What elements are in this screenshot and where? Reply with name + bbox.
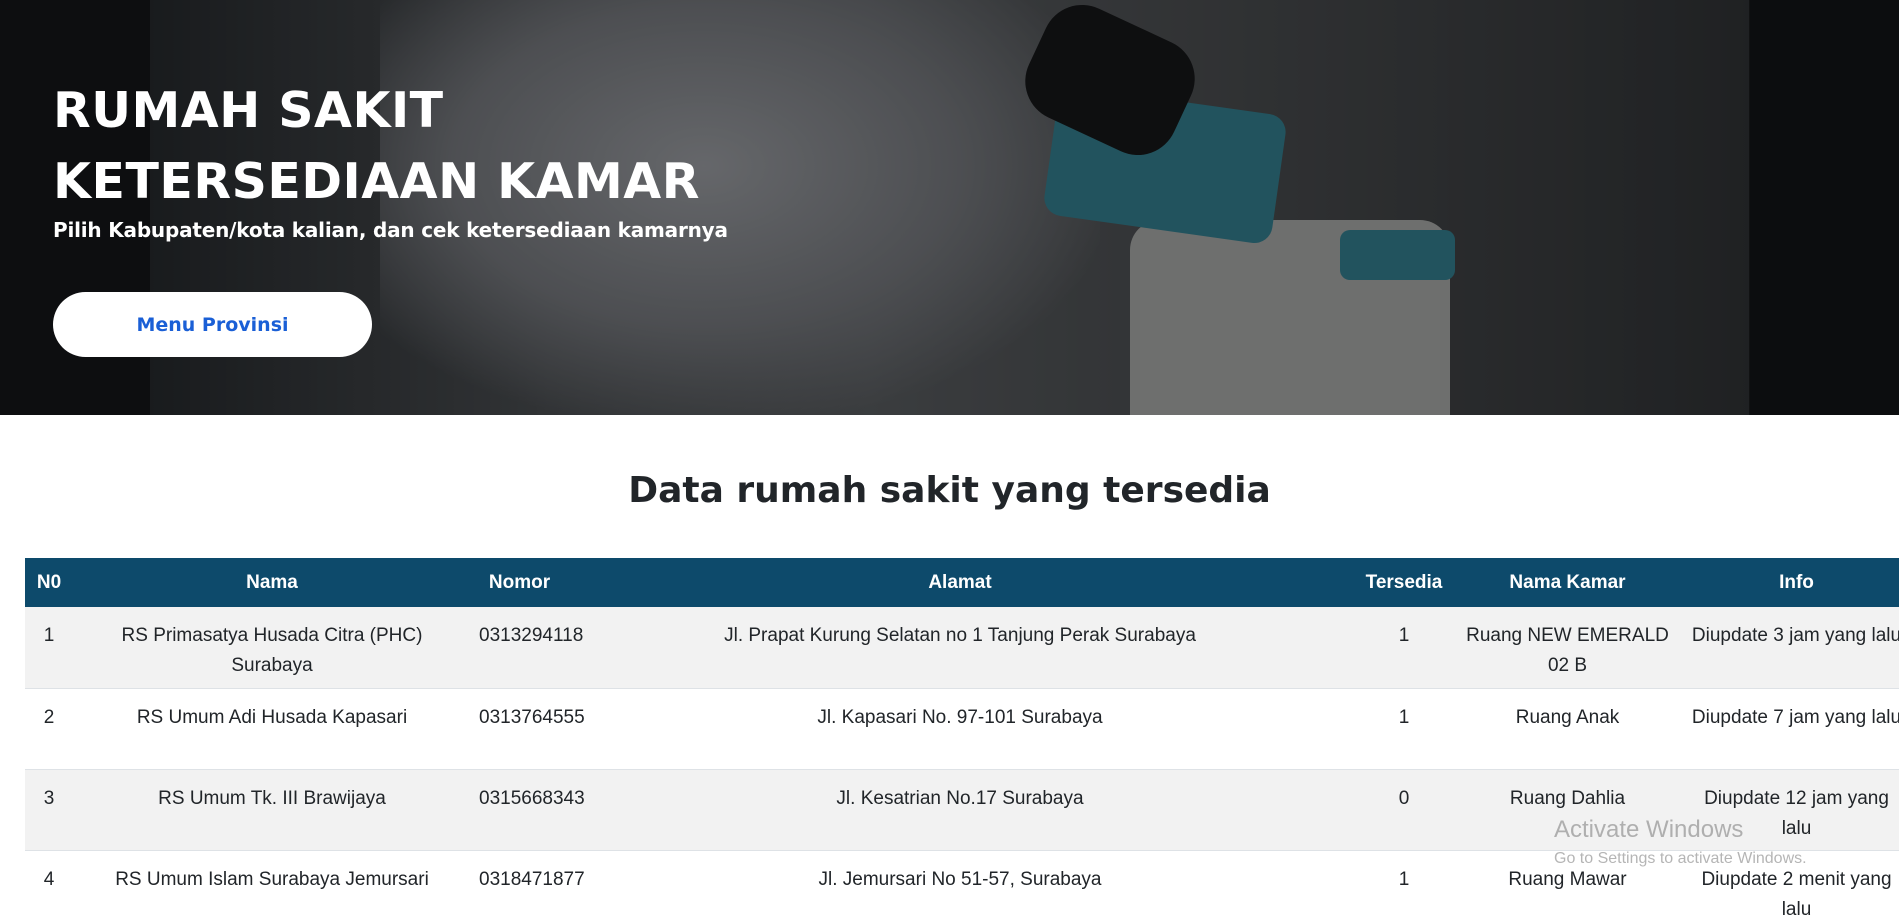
table-header-row: N0 Nama Nomor Alamat Tersedia Nama Kamar… bbox=[25, 558, 1899, 607]
cell-nomor: 0313294118 bbox=[479, 625, 584, 646]
cell-tersedia: 1 bbox=[1398, 868, 1410, 890]
cell-nomor: 0315668343 bbox=[479, 787, 585, 809]
cell-info: Diupdate 2 menit yang lalu bbox=[1701, 868, 1892, 920]
header-info: Info bbox=[1779, 571, 1814, 593]
cell-info: Diupdate 7 jam yang lalu bbox=[1691, 706, 1899, 728]
table-row: 4 RS Umum Islam Surabaya Jemursari 03184… bbox=[25, 850, 1899, 920]
cell-no: 2 bbox=[43, 706, 55, 728]
hero-title: RUMAH SAKIT KETERSEDIAAN KAMAR bbox=[53, 75, 753, 217]
cell-tersedia: 0 bbox=[1398, 787, 1410, 809]
menu-provinsi-button[interactable]: Menu Provinsi bbox=[53, 292, 372, 357]
hero-banner: RUMAH SAKIT KETERSEDIAAN KAMAR Pilih Kab… bbox=[0, 0, 1899, 415]
header-alamat: Alamat bbox=[928, 571, 992, 593]
cell-nama-kamar: Ruang Mawar bbox=[1508, 868, 1627, 890]
table-row: 3 RS Umum Tk. III Brawijaya 0315668343 J… bbox=[25, 769, 1899, 850]
cell-nama-kamar: Ruang Dahlia bbox=[1509, 787, 1626, 809]
header-nama: Nama bbox=[246, 571, 298, 593]
cell-nama: RS Umum Islam Surabaya Jemursari bbox=[115, 868, 429, 890]
header-no: N0 bbox=[36, 571, 62, 593]
cell-tersedia: 1 bbox=[1398, 625, 1410, 646]
cell-nama-kamar: Ruang Anak bbox=[1515, 706, 1620, 728]
cell-no: 1 bbox=[43, 625, 55, 646]
cell-alamat: Jl. Jemursari No 51-57, Surabaya bbox=[818, 868, 1102, 890]
cell-nama-kamar: Ruang NEW EMERALD 02 B bbox=[1466, 625, 1669, 676]
cell-nomor: 0313764555 bbox=[479, 706, 585, 728]
hero-content: RUMAH SAKIT KETERSEDIAAN KAMAR Pilih Kab… bbox=[53, 75, 753, 242]
cell-info: Diupdate 12 jam yang lalu bbox=[1704, 787, 1889, 839]
header-tersedia: Tersedia bbox=[1365, 571, 1443, 593]
cell-tersedia: 1 bbox=[1398, 706, 1410, 728]
table-row: 2 RS Umum Adi Husada Kapasari 0313764555… bbox=[25, 688, 1899, 769]
section-title: Data rumah sakit yang tersedia bbox=[628, 470, 1271, 511]
header-nama-kamar: Nama Kamar bbox=[1509, 571, 1626, 593]
cell-nama: RS Umum Adi Husada Kapasari bbox=[136, 706, 408, 728]
cell-no: 3 bbox=[43, 787, 55, 809]
cell-nama: RS Primasatya Husada Citra (PHC) Surabay… bbox=[121, 625, 423, 676]
cell-nomor: 0318471877 bbox=[479, 868, 585, 890]
cell-alamat: Jl. Kapasari No. 97-101 Surabaya bbox=[817, 706, 1103, 728]
cell-alamat: Jl. Prapat Kurung Selatan no 1 Tanjung P… bbox=[724, 625, 1196, 646]
header-nomor: Nomor bbox=[488, 571, 551, 593]
hero-title-line2: KETERSEDIAAN KAMAR bbox=[53, 153, 700, 210]
cell-no: 4 bbox=[43, 868, 55, 890]
cell-nama: RS Umum Tk. III Brawijaya bbox=[158, 787, 386, 809]
cell-alamat: Jl. Kesatrian No.17 Surabaya bbox=[836, 787, 1084, 809]
hero-subtitle: Pilih Kabupaten/kota kalian, dan cek ket… bbox=[53, 218, 728, 242]
hero-title-line1: RUMAH SAKIT bbox=[53, 82, 444, 139]
cell-info: Diupdate 3 jam yang lalu bbox=[1691, 625, 1899, 646]
hospital-table: N0 Nama Nomor Alamat Tersedia Nama Kamar… bbox=[25, 558, 1899, 920]
hospital-table-container: N0 Nama Nomor Alamat Tersedia Nama Kamar… bbox=[25, 558, 1899, 920]
table-row: 1 RS Primasatya Husada Citra (PHC) Surab… bbox=[25, 607, 1899, 688]
